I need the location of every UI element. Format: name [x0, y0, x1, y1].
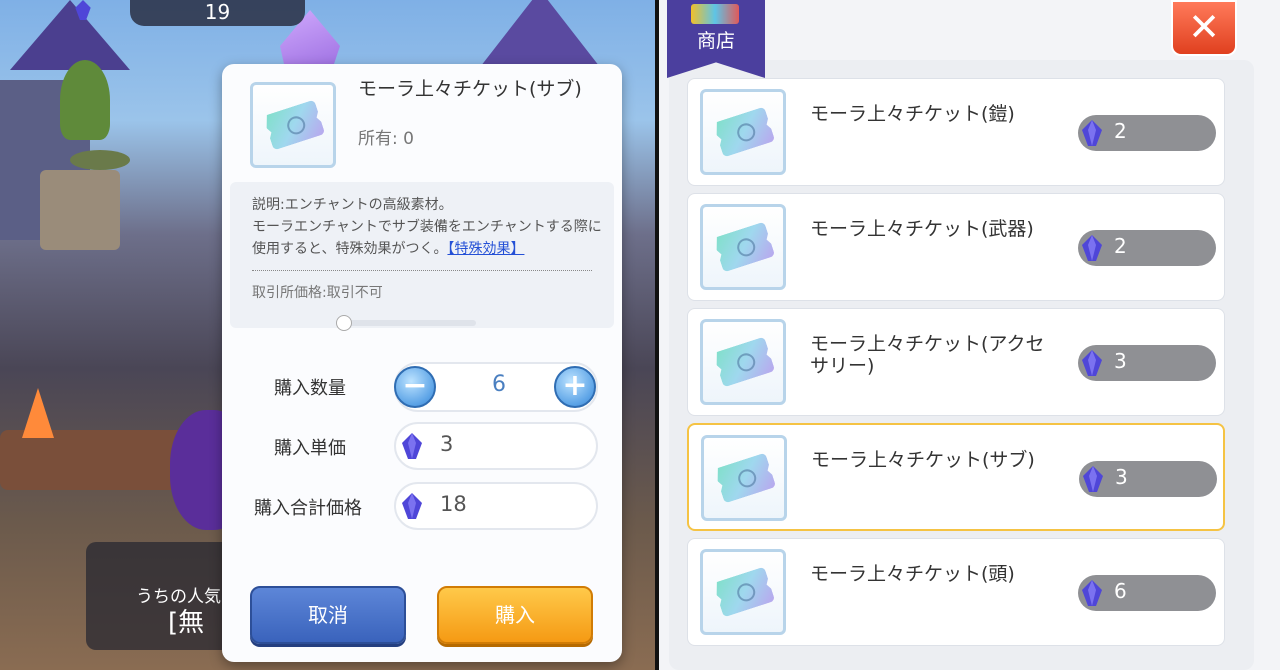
shop-tab-label: 商店	[696, 30, 735, 52]
blue-crystal-gem-icon	[402, 493, 422, 519]
tree	[60, 60, 110, 140]
description-line: モーラエンチャントでサブ装備をエンチャントする際に使用すると、特殊効果がつく。	[252, 219, 602, 257]
shop-item[interactable]: モーラ上々チケット(武器) 2	[687, 193, 1225, 301]
ticket-icon	[713, 567, 775, 618]
item-icon-frame	[700, 319, 786, 405]
close-button[interactable]: ✕	[1171, 0, 1237, 56]
description-line: 説明:エンチャントの高級素材。	[252, 197, 453, 213]
ticket-icon	[713, 337, 775, 388]
shop-stall-icon	[691, 4, 739, 24]
price-value: 6	[1114, 579, 1127, 603]
price-pill: 2	[1078, 115, 1216, 151]
total-price-label: 購入合計価格	[254, 498, 362, 519]
item-icon-frame	[700, 204, 786, 290]
flame	[22, 388, 54, 438]
blue-crystal-gem-icon	[402, 433, 422, 459]
minus-button[interactable]: −	[394, 366, 436, 408]
total-price-value: 18	[440, 492, 467, 516]
price-value: 2	[1114, 234, 1127, 258]
quantity-value[interactable]: 6	[484, 372, 514, 397]
item-icon-frame	[701, 435, 787, 521]
ticket-icon	[714, 453, 776, 504]
divider	[252, 270, 592, 271]
purchase-dialog: モーラ上々チケット(サブ) 所有: 0 説明:エンチャントの高級素材。 モーラエ…	[222, 64, 622, 662]
price-pill: 2	[1078, 230, 1216, 266]
shop-item-name: モーラ上々チケット(サブ)	[811, 449, 1035, 471]
blue-crystal-gem-icon	[1082, 580, 1102, 606]
total-price-field: 18	[394, 482, 598, 530]
blue-crystal-gem-icon	[1082, 235, 1102, 261]
plus-icon: +	[562, 368, 588, 403]
trade-price: 取引所価格:取引不可	[252, 285, 383, 301]
price-pill: 3	[1078, 345, 1216, 381]
cancel-button[interactable]: 取消	[250, 586, 406, 644]
gem-icon	[75, 0, 91, 20]
price-value: 3	[1115, 465, 1128, 489]
unit-price-value: 3	[440, 432, 454, 456]
price-value: 3	[1114, 349, 1127, 373]
price-pill: 6	[1078, 575, 1216, 611]
building-roof	[10, 0, 130, 70]
item-icon-frame	[250, 82, 336, 168]
unit-price-field: 3	[394, 422, 598, 470]
quantity-label: 購入数量	[274, 378, 346, 399]
shop-item-name: モーラ上々チケット(鎧)	[810, 103, 1015, 125]
item-name: モーラ上々チケット(サブ)	[358, 78, 582, 100]
ticket-icon	[713, 107, 775, 158]
special-effect-link[interactable]: 【特殊効果】	[447, 241, 524, 257]
item-icon-frame	[700, 89, 786, 175]
shop-item[interactable]: モーラ上々チケット(アクセサリー) 3	[687, 308, 1225, 416]
unit-price-label: 購入単価	[274, 438, 346, 459]
minus-icon: −	[402, 368, 428, 403]
shop-item[interactable]: モーラ上々チケット(頭) 6	[687, 538, 1225, 646]
blue-crystal-gem-icon	[1082, 120, 1102, 146]
shop-item[interactable]: モーラ上々チケット(鎧) 2	[687, 78, 1225, 186]
ticket-icon	[263, 100, 325, 151]
shop-item[interactable]: モーラ上々チケット(サブ) 3	[687, 423, 1225, 531]
blue-crystal-gem-icon	[1082, 350, 1102, 376]
description-line: モーラエンチャントでサブ装備をエンチャントする際に使用すると、特殊効果がつく。【…	[252, 216, 604, 260]
blue-crystal-gem-icon	[1083, 466, 1103, 492]
shop-panel: 商店 ✕ モーラ上々チケット(鎧) 2 モーラ上々チケット(武器) 2 モーラ上々チケッ…	[659, 0, 1280, 670]
stand	[70, 150, 130, 170]
chat-subtext: [無	[168, 608, 205, 638]
item-icon-frame	[700, 549, 786, 635]
chat-box[interactable]: うちの人気	[86, 542, 236, 650]
scrollbar-thumb[interactable]	[336, 315, 352, 331]
top-counter: 19	[130, 0, 305, 26]
description-scrollbar[interactable]	[336, 315, 476, 331]
buy-button[interactable]: 購入	[437, 586, 593, 644]
description-text: 説明:エンチャントの高級素材。 モーラエンチャントでサブ装備をエンチャントする際…	[252, 194, 604, 260]
shop-item-name: モーラ上々チケット(頭)	[810, 563, 1015, 585]
owned-count: 所有: 0	[358, 129, 414, 149]
price-value: 2	[1114, 119, 1127, 143]
price-pill: 3	[1079, 461, 1217, 497]
plus-button[interactable]: +	[554, 366, 596, 408]
ticket-icon	[713, 222, 775, 273]
description-panel[interactable]: 説明:エンチャントの高級素材。 モーラエンチャントでサブ装備をエンチャントする際…	[230, 182, 614, 331]
shop-item-name: モーラ上々チケット(アクセサリー)	[810, 333, 1045, 377]
shop-item-name: モーラ上々チケット(武器)	[810, 218, 1034, 240]
close-icon: ✕	[1188, 5, 1220, 49]
pillar	[40, 170, 120, 250]
